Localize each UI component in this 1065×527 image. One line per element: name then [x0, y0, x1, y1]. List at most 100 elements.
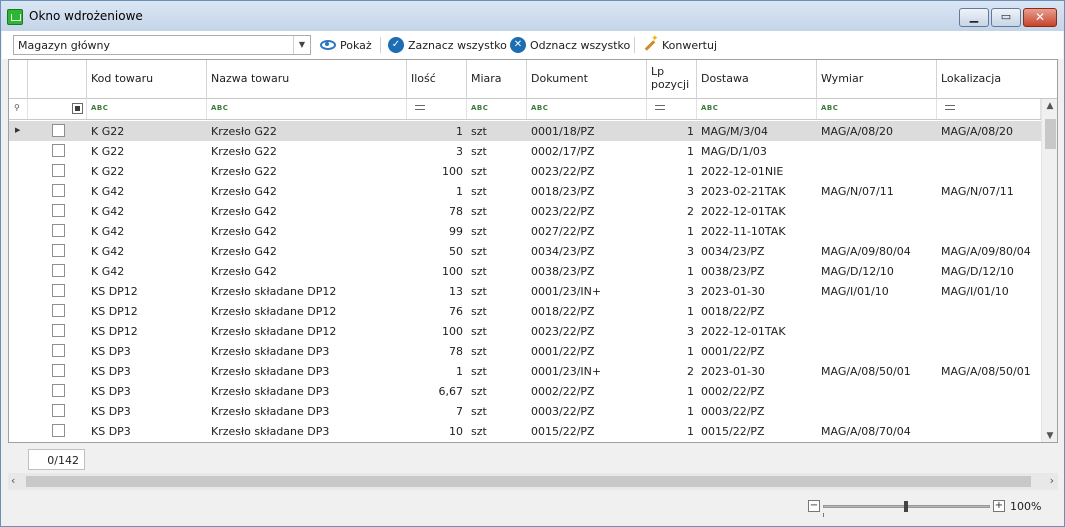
header-lp-line2: pozycji	[651, 78, 690, 91]
maximize-button[interactable]: ▭	[991, 8, 1021, 27]
cell-lp: 2	[687, 205, 694, 218]
table-row[interactable]: K G42 Krzesło G42 100 szt 0038/23/PZ 1 0038/23…	[9, 261, 1041, 281]
select-all-checkbox[interactable]	[72, 103, 83, 114]
zoom-in-button[interactable]: +	[993, 500, 1005, 512]
horizontal-scroll-thumb[interactable]	[26, 476, 1031, 487]
scroll-right-icon[interactable]: ›	[1050, 474, 1054, 487]
filter-pin-cell[interactable]: ⚲	[9, 99, 28, 119]
cell-ilosc: 76	[449, 305, 463, 318]
cell-miara: szt	[471, 225, 487, 238]
data-grid: Kod towaru Nazwa towaru Ilość Miara Doku…	[8, 59, 1058, 443]
table-row[interactable]: K G42 Krzesło G42 1 szt 0018/23/PZ 3 2023-02-2…	[9, 181, 1041, 201]
table-row[interactable]: K G42 Krzesło G42 99 szt 0027/22/PZ 1 2022-11-…	[9, 221, 1041, 241]
scroll-left-icon[interactable]: ‹	[11, 474, 15, 487]
header-kod-towaru[interactable]: Kod towaru	[87, 60, 207, 99]
cell-nazwa: Krzesło G42	[211, 265, 277, 278]
title-bar[interactable]: Okno wdrożeniowe ▁ ▭ ✕	[1, 1, 1064, 31]
table-row[interactable]: KS DP3 Krzesło składane DP3 78 szt 0001/22/P…	[9, 341, 1041, 361]
scroll-down-icon[interactable]: ▼	[1042, 431, 1057, 441]
cell-dostawa: 0003/22/PZ	[701, 405, 765, 418]
cell-dostawa: 0034/23/PZ	[701, 245, 765, 258]
header-lokalizacja[interactable]: Lokalizacja	[937, 60, 1057, 99]
row-checkbox[interactable]	[52, 124, 65, 137]
cell-dostawa: 0015/22/PZ	[701, 425, 765, 438]
cell-ilosc: 6,67	[438, 385, 464, 398]
filter-miara[interactable]: ABC	[467, 99, 527, 119]
filter-check-cell[interactable]	[28, 99, 87, 119]
header-dostawa[interactable]: Dostawa	[697, 60, 817, 99]
vertical-scrollbar[interactable]: ▲ ▼	[1041, 99, 1057, 442]
filter-wymiar[interactable]: ABC	[817, 99, 937, 119]
row-checkbox[interactable]	[52, 244, 65, 257]
table-row[interactable]: KS DP3 Krzesło składane DP3 10 szt 0015/22/P…	[9, 421, 1041, 441]
cell-ilosc: 100	[442, 165, 463, 178]
table-row[interactable]: KS DP3 Krzesło składane DP3 6,67 szt 0002/22…	[9, 381, 1041, 401]
table-row[interactable]: KS DP12 Krzesło składane DP12 76 szt 0018/22…	[9, 301, 1041, 321]
table-row[interactable]: K G22 Krzesło G22 3 szt 0002/17/PZ 1 MAG/D/1/0…	[9, 141, 1041, 161]
table-row[interactable]: KS DP3 Krzesło składane DP3 1 szt 0001/23/IN…	[9, 361, 1041, 381]
row-checkbox[interactable]	[52, 224, 65, 237]
row-checkbox[interactable]	[52, 264, 65, 277]
header-nazwa-towaru[interactable]: Nazwa towaru	[207, 60, 407, 99]
header-check[interactable]	[28, 60, 87, 99]
table-row[interactable]: K G22 Krzesło G22 100 szt 0023/22/PZ 1 2022-12…	[9, 161, 1041, 181]
warehouse-select[interactable]: Magazyn główny ▼	[13, 35, 311, 55]
row-checkbox[interactable]	[52, 364, 65, 377]
filter-ilosc[interactable]	[407, 99, 467, 119]
row-checkbox[interactable]	[52, 384, 65, 397]
row-checkbox[interactable]	[52, 284, 65, 297]
header-ilosc[interactable]: Ilość	[407, 60, 467, 99]
table-row[interactable]: ▶ K G22 Krzesło G22 1 szt 0001/18/PZ 1 MAG/M/3/…	[9, 121, 1041, 141]
row-checkbox[interactable]	[52, 164, 65, 177]
cell-ilosc: 78	[449, 345, 463, 358]
table-row[interactable]: K G42 Krzesło G42 50 szt 0034/23/PZ 3 0034/23/…	[9, 241, 1041, 261]
row-checkbox[interactable]	[52, 404, 65, 417]
filter-dokument[interactable]: ABC	[527, 99, 647, 119]
header-wymiar[interactable]: Wymiar	[817, 60, 937, 99]
cell-miara: szt	[471, 345, 487, 358]
select-all-button[interactable]: ✓ Zaznacz wszystko	[388, 35, 507, 55]
cell-miara: szt	[471, 185, 487, 198]
row-checkbox[interactable]	[52, 144, 65, 157]
cell-kod: KS DP12	[91, 325, 138, 338]
row-checkbox[interactable]	[52, 184, 65, 197]
minimize-button[interactable]: ▁	[959, 8, 989, 27]
table-row[interactable]: KS DP3 Krzesło składane DP3 7 szt 0003/22/PZ…	[9, 401, 1041, 421]
row-checkbox[interactable]	[52, 424, 65, 437]
cell-nazwa: Krzesło składane DP3	[211, 425, 330, 438]
cell-dostawa: 2022-12-01TAK	[701, 325, 786, 338]
cell-dostawa: 2022-11-10TAK	[701, 225, 786, 238]
table-row[interactable]: K G42 Krzesło G42 78 szt 0023/22/PZ 2 2022-12-…	[9, 201, 1041, 221]
row-checkbox[interactable]	[52, 304, 65, 317]
cell-dokument: 0002/22/PZ	[531, 385, 595, 398]
filter-lp[interactable]	[647, 99, 697, 119]
header-lp-pozycji[interactable]: Lp pozycji	[647, 60, 697, 99]
row-checkbox[interactable]	[52, 204, 65, 217]
scroll-up-icon[interactable]: ▲	[1042, 101, 1057, 111]
filter-dostawa[interactable]: ABC	[697, 99, 817, 119]
table-row[interactable]: KS DP12 Krzesło składane DP12 13 szt 0001/23…	[9, 281, 1041, 301]
zoom-out-button[interactable]: −	[808, 500, 820, 512]
filter-lokalizacja[interactable]	[937, 99, 1041, 119]
cell-kod: KS DP3	[91, 425, 131, 438]
header-miara[interactable]: Miara	[467, 60, 527, 99]
header-dokument[interactable]: Dokument	[527, 60, 647, 99]
convert-button[interactable]: Konwertuj	[642, 34, 717, 55]
show-button[interactable]: Pokaż	[320, 35, 372, 55]
cell-dostawa: 2023-01-30	[701, 365, 765, 378]
close-button[interactable]: ✕	[1023, 8, 1057, 27]
row-checkbox[interactable]	[52, 324, 65, 337]
vertical-scroll-thumb[interactable]	[1045, 119, 1056, 149]
cell-dokument: 0038/23/PZ	[531, 265, 595, 278]
text-filter-icon: ABC	[701, 104, 719, 112]
cell-nazwa: Krzesło G22	[211, 145, 277, 158]
horizontal-scrollbar[interactable]: ‹ ›	[8, 473, 1058, 490]
numeric-filter-icon	[945, 105, 955, 110]
chevron-down-icon[interactable]: ▼	[293, 36, 310, 54]
row-checkbox[interactable]	[52, 344, 65, 357]
zoom-slider-thumb[interactable]	[904, 501, 908, 512]
filter-kod[interactable]: ABC	[87, 99, 207, 119]
filter-nazwa[interactable]: ABC	[207, 99, 407, 119]
table-row[interactable]: KS DP12 Krzesło składane DP12 100 szt 0023/2…	[9, 321, 1041, 341]
deselect-all-button[interactable]: ✕ Odznacz wszystko	[510, 35, 630, 55]
